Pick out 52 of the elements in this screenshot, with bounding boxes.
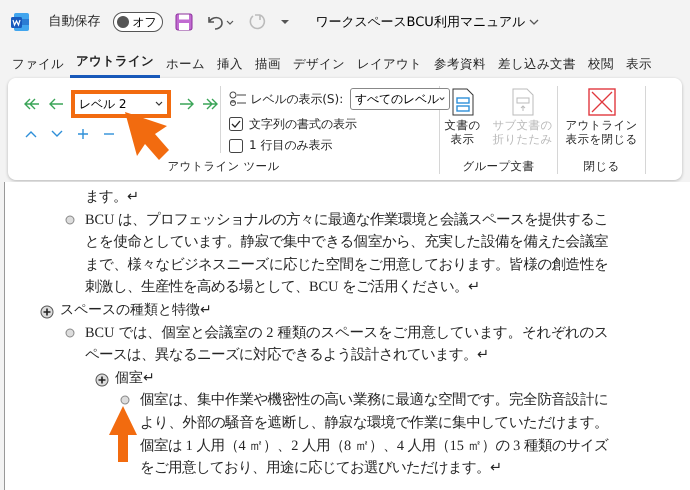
plus-icon[interactable]	[77, 128, 89, 140]
expand-icon[interactable]	[40, 304, 54, 319]
document-icon	[450, 88, 476, 116]
level-dropdown[interactable]: レベル 2	[71, 90, 171, 118]
show-level-icon	[229, 91, 247, 107]
chevron-up-icon[interactable]	[25, 129, 37, 139]
ribbon-tab[interactable]: 表示	[620, 51, 658, 78]
bullet-icon	[65, 328, 75, 338]
ribbon-tab[interactable]: 描画	[249, 51, 287, 78]
checkbox-label: 1 行目のみ表示	[249, 138, 332, 153]
double-left-arrow-icon[interactable]	[22, 97, 40, 111]
show-level-label: レベルの表示(S):	[250, 92, 344, 106]
outline-paragraph: BCU は、プロフェッショナルの方々に最適な作業環境と会議スペースを提供することを使命としています。静寂で集中できる個室から、充実した設備を備えた会議室まで、様々なビジネスニーズに応じた空間をご用意しております。皆様の創造性を刺激し、生産性を高める場として、BCU をご活用ください。↵	[85, 210, 608, 298]
autosave-toggle[interactable]: オフ	[112, 12, 162, 32]
group-label: グループ文書	[462, 160, 536, 174]
group-label: アウトライン ツール	[166, 160, 280, 174]
save-icon[interactable]	[174, 13, 192, 31]
outline-paragraph: 個室は、集中作業や機密性の高い業務に最適な空間です。完全防音設計により、外部の騒音を遮断し、静寂な環境で作業に集中していただけます。個室は 1 人用（4 ㎡）、2 人用（8 ㎡）、4 人用（15 ㎡）の 3 種類のサイズをご用意しており、用途に応じてお選びいただけます。↵	[140, 390, 608, 478]
checkbox[interactable]	[229, 117, 243, 132]
ribbon-button: サブ文書の 折りたたみ	[486, 86, 558, 149]
checkbox-label: 文字列の書式の表示	[249, 117, 357, 132]
expand-icon[interactable]	[95, 372, 109, 387]
group-label: 閉じる	[582, 160, 620, 174]
close-outline-button[interactable]: アウトライン 表示を閉じる	[558, 86, 645, 149]
ribbon-tab[interactable]: 校閲	[582, 51, 620, 78]
bullet-icon	[120, 395, 130, 406]
level-filter-dropdown[interactable]: すべてのレベル	[350, 88, 450, 110]
document-title[interactable]: ワークスペースBCU利用マニュアル	[316, 16, 540, 28]
chevron-down-icon[interactable]	[51, 129, 63, 139]
ribbon-tab[interactable]: ファイル	[6, 51, 70, 78]
left-arrow-icon[interactable]	[46, 97, 64, 111]
right-arrow-icon[interactable]	[178, 97, 196, 111]
bullet-icon	[65, 214, 75, 225]
outline-heading: スペースの種類と特徴↵	[60, 300, 212, 320]
word-logo-icon	[10, 12, 30, 32]
chevron-down-icon	[438, 95, 445, 103]
ribbon-tab[interactable]: ホーム	[160, 51, 211, 78]
autosave-label: 自動保存	[48, 13, 100, 32]
redo-icon	[246, 12, 266, 32]
outline-heading: 個室↵	[115, 368, 155, 388]
ribbon-tab[interactable]: 挿入	[211, 51, 249, 78]
checkbox[interactable]	[229, 138, 243, 153]
chevron-down-icon	[155, 100, 163, 108]
ribbon-tab[interactable]: 参考資料	[428, 51, 492, 78]
outline-paragraph: ます。↵	[85, 188, 139, 207]
close-icon	[588, 88, 616, 116]
ribbon-tab[interactable]: レイアウト	[351, 51, 428, 78]
outline-paragraph: BCU では、個室と会議室の 2 種類のスペースをご用意しています。それぞれのスペースは、異なるニーズに対応できるよう設計されています。↵	[85, 324, 608, 366]
ribbon-tab[interactable]: デザイン	[287, 51, 351, 78]
document-icon	[510, 88, 536, 116]
double-right-arrow-icon[interactable]	[202, 97, 220, 111]
ribbon-tab[interactable]: 差し込み文書	[492, 51, 582, 78]
